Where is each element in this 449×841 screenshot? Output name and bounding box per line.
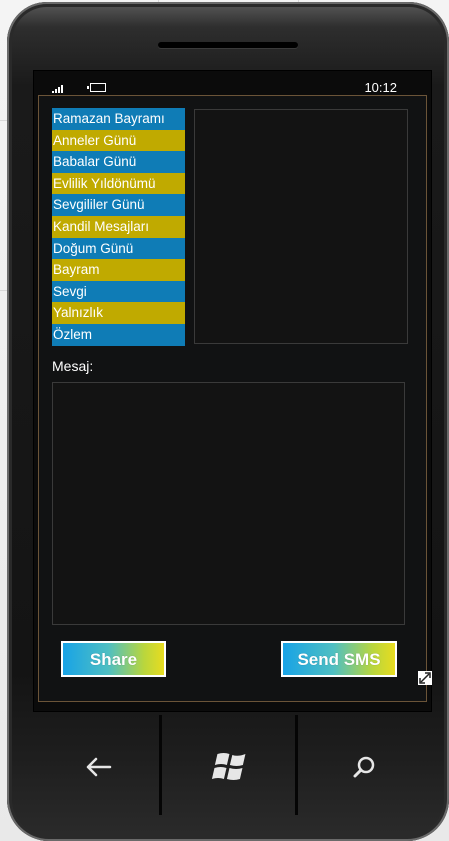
category-item[interactable]: Babalar Günü [52, 151, 185, 173]
nav-divider [159, 715, 162, 815]
category-item[interactable]: Anneler Günü [52, 129, 185, 152]
message-label: Mesaj: [52, 358, 94, 374]
category-item[interactable]: Bayram [52, 259, 185, 281]
hardware-nav-bar [22, 715, 440, 821]
category-list: Ramazan Bayramı Anneler Günü Babalar Günü E… [52, 108, 185, 346]
message-preview-box[interactable] [194, 109, 408, 344]
category-item[interactable]: Özlem [52, 323, 185, 346]
status-bar: 10:12 [52, 78, 397, 98]
resize-icon[interactable] [418, 671, 432, 685]
back-arrow-icon[interactable] [68, 745, 128, 789]
category-item[interactable]: Evlilik Yıldönümü [52, 172, 185, 195]
windows-logo-icon[interactable] [198, 745, 258, 789]
send-sms-button[interactable]: Send SMS [281, 641, 397, 677]
category-item[interactable]: Doğum Günü [52, 237, 185, 260]
share-button[interactable]: Share [61, 641, 166, 677]
category-item[interactable]: Sevgililer Günü [52, 194, 185, 216]
search-icon[interactable] [334, 745, 394, 789]
nav-divider [295, 715, 298, 815]
emulator-stage: 10:12 Ramazan Bayramı Anneler Günü Babalar… [0, 0, 449, 841]
status-time: 10:12 [364, 80, 397, 95]
battery-icon [87, 83, 106, 92]
category-item[interactable]: Ramazan Bayramı [52, 108, 185, 130]
signal-icon [52, 84, 66, 93]
category-item[interactable]: Sevgi [52, 280, 185, 303]
earpiece-speaker [158, 42, 298, 48]
message-input[interactable] [52, 382, 405, 625]
category-item[interactable]: Yalnızlık [52, 302, 185, 324]
category-item[interactable]: Kandil Mesajları [52, 215, 185, 238]
